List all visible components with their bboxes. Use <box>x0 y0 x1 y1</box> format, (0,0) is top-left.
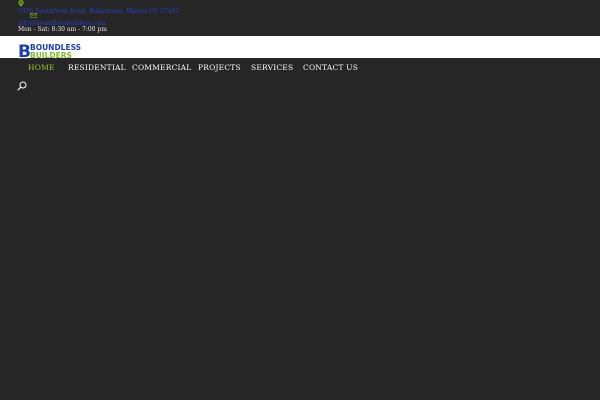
header-logo-bar: B BOUNDLESS BUILDERS <box>0 36 600 60</box>
nav-item-contact-us[interactable]: CONTACT US <box>303 63 358 72</box>
business-hours: Mon - Sat: 8:30 am - 7:00 pm <box>18 26 107 33</box>
envelope-icon <box>30 13 37 20</box>
search-button[interactable] <box>17 76 27 91</box>
nav-item-home[interactable]: HOME <box>28 63 55 72</box>
address-link[interactable]: 5436 Southfront Road, Bellarmine, Illino… <box>18 8 179 15</box>
logo-line2: BUILDERS <box>30 51 72 60</box>
nav-item-projects[interactable]: PROJECTS <box>198 63 241 72</box>
divider <box>18 58 28 63</box>
nav-item-commercial[interactable]: COMMERCIAL <box>132 63 191 72</box>
search-icon <box>17 81 27 91</box>
nav-item-services[interactable]: SERVICES <box>251 63 293 72</box>
company-logo[interactable]: B BOUNDLESS BUILDERS <box>18 42 88 60</box>
top-info-bar: 5436 Southfront Road, Bellarmine, Illino… <box>0 0 600 36</box>
nav-item-residential[interactable]: RESIDENTIAL <box>68 63 126 72</box>
address-line: 5436 Southfront Road, Bellarmine, Illino… <box>18 8 179 16</box>
